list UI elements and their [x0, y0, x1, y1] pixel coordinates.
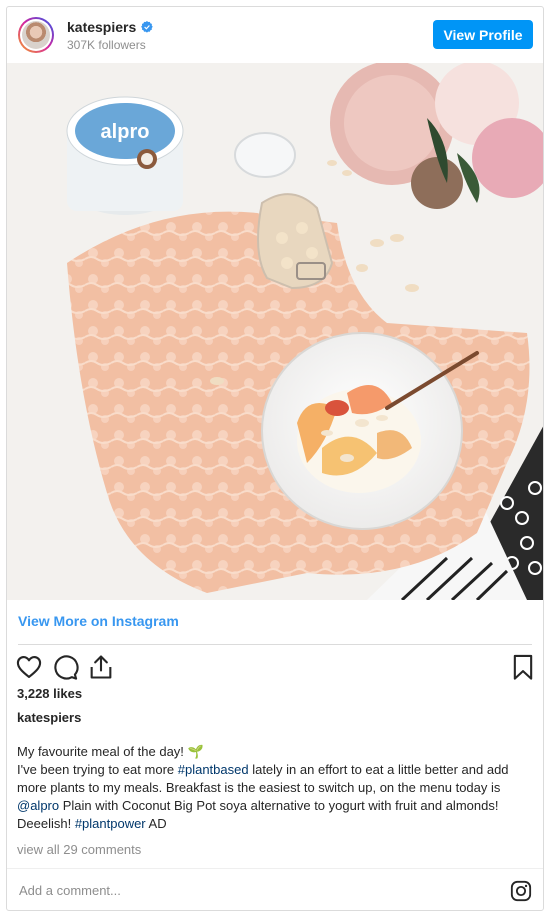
- like-count[interactable]: 3,228 likes: [17, 686, 82, 701]
- view-profile-button[interactable]: View Profile: [433, 20, 533, 49]
- verified-badge-icon: [141, 21, 154, 33]
- user-info: katespiers 307K followers: [67, 19, 154, 52]
- alpro-yogurt-pot: alpro: [66, 96, 184, 215]
- comment-bubble-icon[interactable]: [51, 653, 79, 681]
- caption-body: I've been trying to eat more #plantbased…: [17, 762, 509, 831]
- hashtag-plantbased[interactable]: #plantbased: [178, 762, 249, 777]
- post-caption: My favourite meal of the day! 🌱 I've bee…: [17, 743, 535, 833]
- post-photo[interactable]: alpro: [7, 63, 543, 600]
- view-more-on-instagram-link[interactable]: View More on Instagram: [18, 613, 179, 629]
- heart-icon[interactable]: [15, 653, 43, 681]
- jar-brand-text: alpro: [101, 121, 150, 143]
- follower-count: 307K followers: [67, 38, 146, 52]
- bookmark-icon[interactable]: [509, 653, 537, 681]
- username[interactable]: katespiers: [67, 19, 136, 35]
- avatar[interactable]: [18, 17, 54, 53]
- add-comment-input[interactable]: [17, 882, 461, 899]
- share-upload-icon[interactable]: [87, 653, 115, 681]
- post-owner-username[interactable]: katespiers: [17, 710, 81, 725]
- avatar-photo: [22, 21, 50, 49]
- hashtag-plantpower[interactable]: #plantpower: [75, 816, 146, 831]
- instagram-logo-icon[interactable]: [510, 880, 532, 902]
- mention-alpro[interactable]: @alpro: [17, 798, 59, 813]
- post-image: alpro: [7, 63, 543, 600]
- post-header: katespiers 307K followers View Profile: [7, 7, 543, 63]
- divider: [18, 644, 532, 645]
- caption-first-line: My favourite meal of the day! 🌱: [17, 744, 204, 759]
- view-all-comments-link[interactable]: view all 29 comments: [17, 842, 141, 857]
- action-bar: [7, 649, 543, 689]
- comment-bar: [7, 868, 543, 910]
- instagram-embed-card: katespiers 307K followers View Profile a…: [6, 6, 544, 911]
